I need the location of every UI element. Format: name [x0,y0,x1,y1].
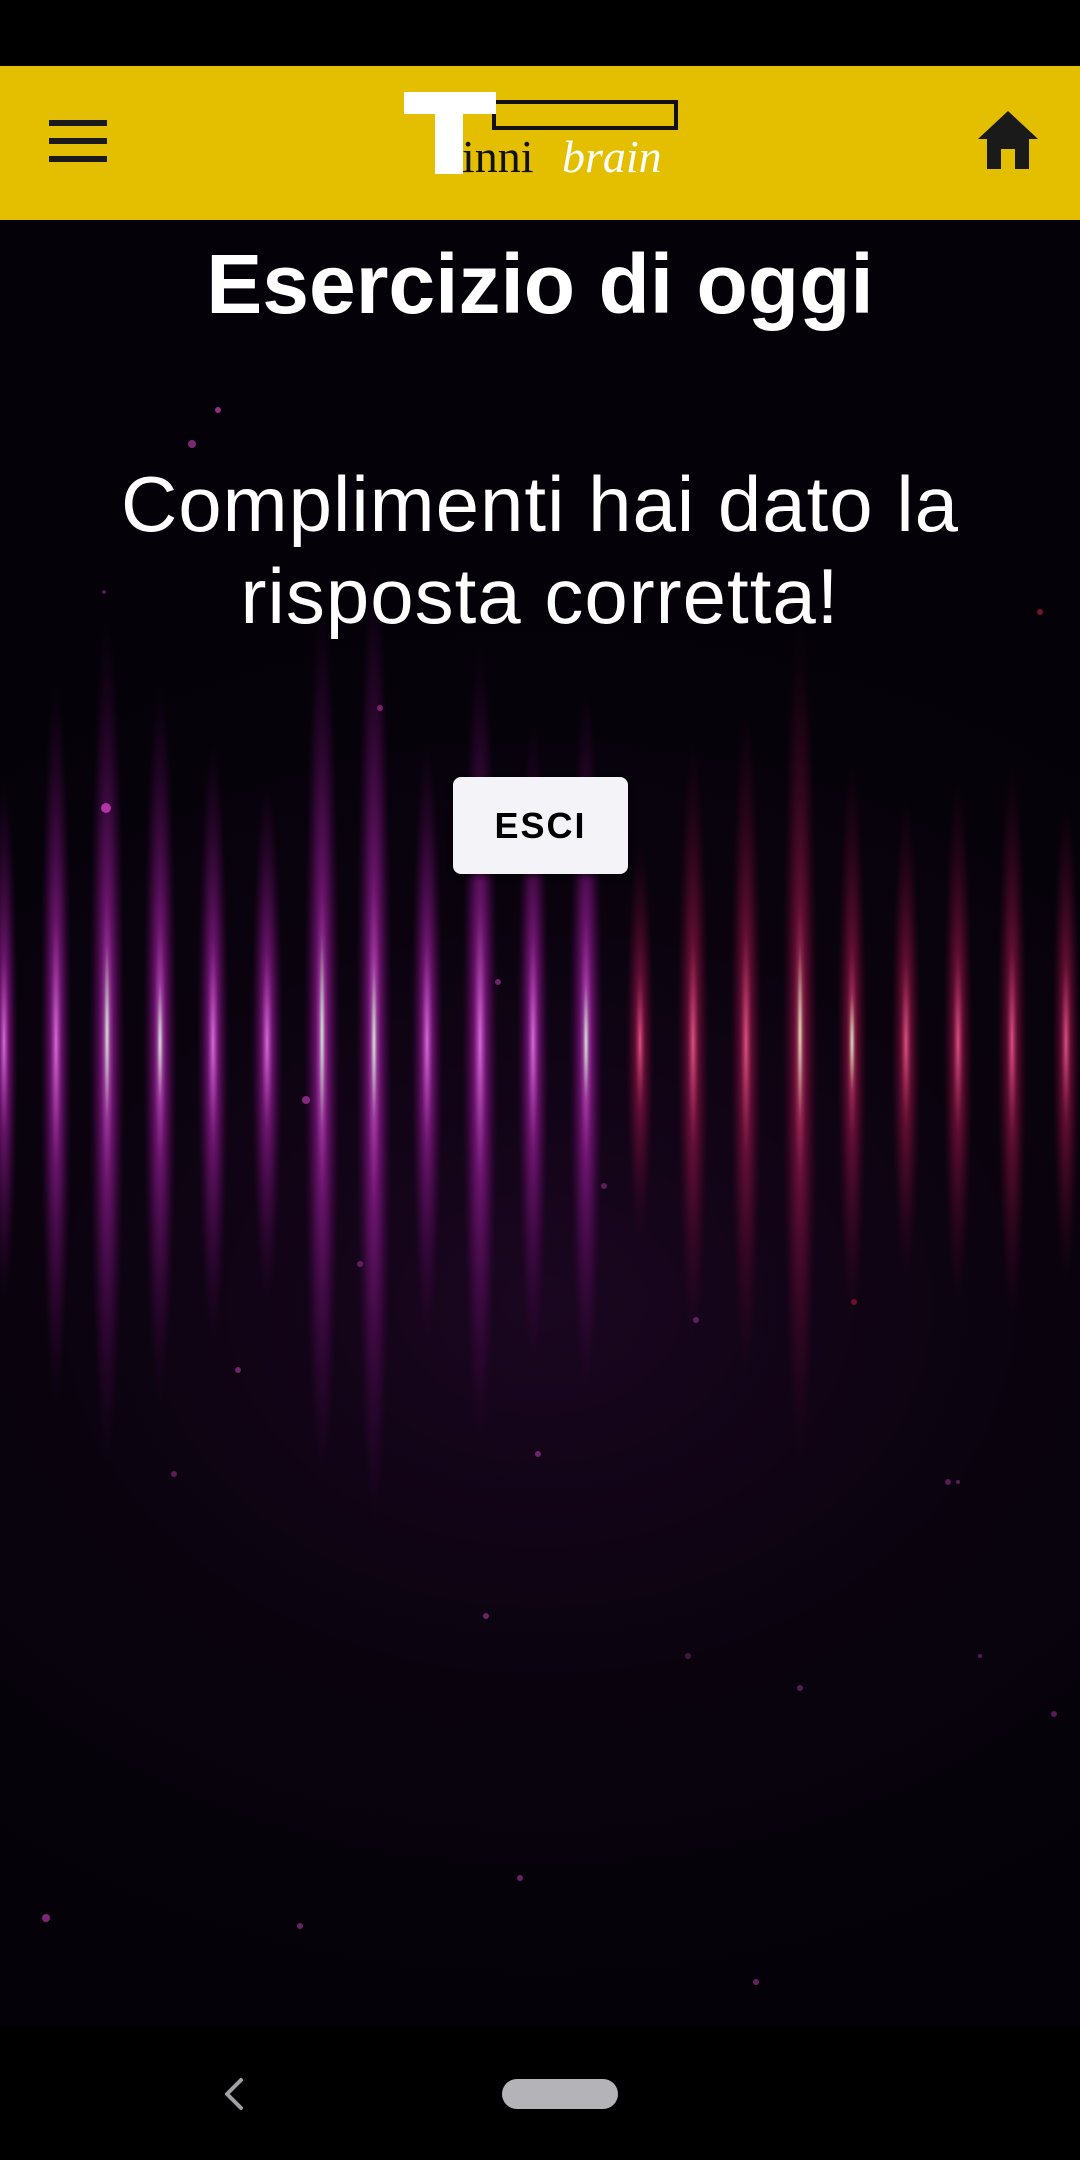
exit-button[interactable]: ESCI [453,777,628,874]
home-icon [976,109,1040,175]
menu-icon [49,120,107,166]
home-pill-icon[interactable] [502,2079,618,2109]
app-bar: inni brain [0,66,1080,220]
menu-button[interactable] [36,106,120,180]
svg-text:brain: brain [562,131,662,182]
back-chevron-icon [215,2078,255,2118]
app-screen: inni brain Esercizio di oggi Complimenti… [0,0,1080,2160]
page-title: Esercizio di oggi [206,237,874,331]
back-button[interactable] [215,2074,255,2114]
home-button[interactable] [966,102,1050,182]
system-navigation-bar [0,2026,1080,2160]
tinnibrain-logo: inni brain [400,92,682,192]
status-bar [0,0,1080,66]
result-message: Complimenti hai dato la risposta corrett… [120,460,960,640]
svg-text:inni: inni [462,131,534,182]
exercise-content: Esercizio di oggi Complimenti hai dato l… [0,220,1080,2026]
